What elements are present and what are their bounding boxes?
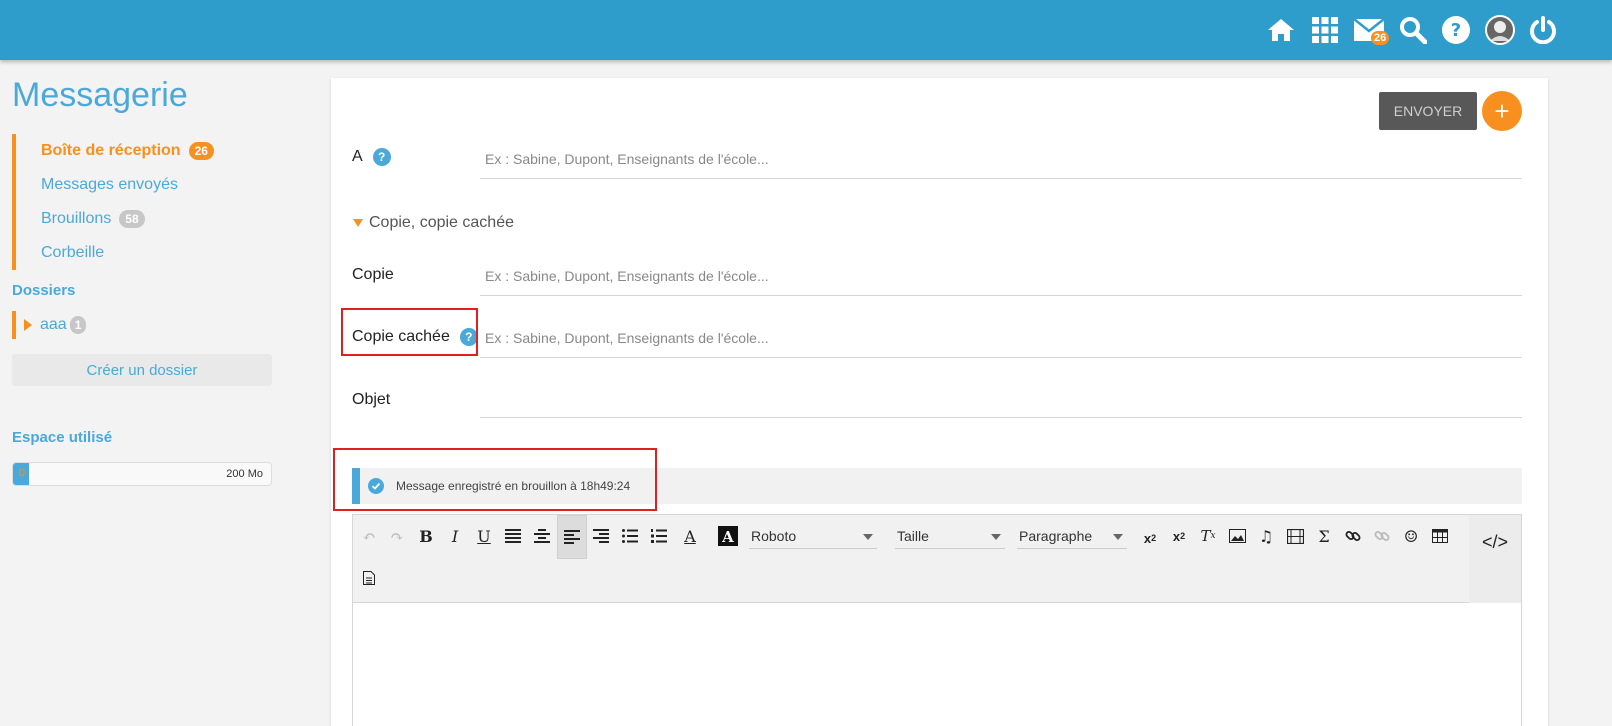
inbox-count-badge: 26 (188, 142, 214, 160)
folder-label: aaa (40, 316, 67, 333)
cc-row-label: Copie (352, 266, 394, 284)
nav-item-label: Messages envoyés (41, 176, 178, 193)
collapse-arrow-icon (353, 219, 363, 227)
image-icon[interactable] (1224, 523, 1250, 549)
avatar[interactable] (1481, 11, 1519, 49)
editor-body[interactable] (353, 603, 1521, 726)
drafts-count-badge: 58 (119, 210, 145, 228)
page-title: Messagerie (12, 76, 188, 114)
expand-arrow-icon[interactable] (24, 319, 32, 331)
background-color-icon[interactable]: A (715, 523, 741, 549)
nav-item-sent[interactable]: Messages envoyés (16, 168, 272, 202)
storage-title: Espace utilisé (12, 429, 113, 446)
subject-field[interactable] (480, 378, 1522, 418)
nav-item-label: Corbeille (41, 244, 105, 261)
nav-item-inbox[interactable]: Boîte de réception 26 (16, 134, 272, 168)
mail-icon[interactable]: 26 (1350, 11, 1390, 49)
font-family-select[interactable]: Roboto (749, 523, 877, 549)
align-justify-icon[interactable] (500, 523, 526, 549)
link-icon[interactable] (1340, 523, 1366, 549)
svg-text:A: A (721, 528, 734, 546)
folder-count-badge: 1 (69, 316, 87, 334)
highlight-box (341, 308, 478, 356)
underline-icon[interactable]: U (471, 523, 497, 549)
bold-icon[interactable]: B (413, 523, 439, 549)
storage-bar-fill: 0 (13, 463, 29, 485)
top-bar: 26 ? (0, 0, 1612, 60)
nav-item-drafts[interactable]: Brouillons 58 (16, 202, 272, 236)
undo-icon[interactable]: ↶ (356, 523, 382, 549)
search-icon[interactable] (1394, 11, 1432, 49)
subject-row-label: Objet (352, 391, 390, 409)
table-icon[interactable] (1427, 523, 1453, 549)
home-icon[interactable] (1262, 11, 1300, 49)
apps-grid-icon[interactable] (1306, 11, 1344, 49)
subscript-icon[interactable]: x2 (1137, 525, 1163, 551)
editor-toolbar: ↶ ↷ B I U A A Roboto Taille Paragraphe x… (353, 515, 1521, 603)
to-label: A (352, 148, 363, 165)
cc-toggle[interactable]: Copie, copie cachée (353, 214, 514, 232)
compose-panel: ENVOYER + A ? Copie, copie cachée Copie … (331, 78, 1548, 726)
nav-item-label: Brouillons (41, 210, 112, 227)
chevron-down-icon (991, 534, 1001, 540)
audio-icon[interactable]: ♫ (1253, 523, 1279, 549)
numbered-list-icon[interactable] (646, 523, 672, 549)
cc-label: Copie (352, 266, 394, 283)
unlink-icon[interactable] (1369, 523, 1395, 549)
power-icon[interactable] (1524, 11, 1562, 49)
cc-toggle-label: Copie, copie cachée (369, 214, 514, 231)
nav-item-trash[interactable]: Corbeille (16, 236, 272, 270)
emoji-icon[interactable]: ☺ (1398, 523, 1424, 549)
font-size-value: Taille (897, 527, 929, 544)
mail-count-badge: 26 (1371, 31, 1390, 45)
rich-text-editor: ↶ ↷ B I U A A Roboto Taille Paragraphe x… (352, 514, 1522, 726)
font-family-value: Roboto (751, 527, 797, 544)
chevron-down-icon (1113, 534, 1123, 540)
to-row-label: A ? (352, 148, 391, 166)
storage-max-label: 200 Mo (226, 468, 263, 480)
help-icon[interactable]: ? (372, 148, 391, 166)
video-icon[interactable] (1282, 523, 1308, 549)
italic-icon[interactable]: I (442, 523, 468, 549)
document-icon[interactable] (356, 565, 382, 591)
create-folder-button[interactable]: Créer un dossier (12, 354, 272, 386)
chevron-down-icon (863, 534, 873, 540)
highlight-box (333, 448, 657, 511)
redo-icon[interactable]: ↷ (384, 523, 410, 549)
block-format-select[interactable]: Paragraphe (1017, 523, 1127, 549)
bullet-list-icon[interactable] (617, 523, 643, 549)
align-right-icon[interactable] (588, 523, 614, 549)
math-formula-icon[interactable]: Σ (1311, 523, 1337, 549)
cc-field[interactable] (480, 256, 1522, 296)
text-color-icon[interactable]: A (677, 523, 703, 549)
nav-item-label: Boîte de réception (41, 142, 181, 159)
send-button[interactable]: ENVOYER (1379, 92, 1477, 130)
clear-format-icon[interactable]: Tx (1195, 523, 1221, 549)
superscript-icon[interactable]: x2 (1166, 523, 1192, 549)
svg-text:?: ? (1451, 20, 1461, 41)
help-icon[interactable]: ? (1437, 11, 1475, 49)
folder-item[interactable]: aaa 1 (12, 311, 272, 339)
folders-title: Dossiers (12, 282, 76, 299)
font-size-select[interactable]: Taille (895, 523, 1005, 549)
storage-bar: 0 200 Mo (12, 462, 272, 486)
mailbox-nav: Boîte de réception 26 Messages envoyés B… (12, 134, 272, 270)
align-center-icon[interactable] (529, 523, 555, 549)
bcc-field[interactable] (480, 318, 1522, 358)
source-code-button[interactable]: </> (1469, 515, 1521, 603)
to-field[interactable] (480, 139, 1522, 179)
align-left-icon[interactable] (557, 515, 587, 559)
new-message-button[interactable]: + (1482, 91, 1522, 131)
subject-label: Objet (352, 391, 391, 408)
storage-used-label: 0 (19, 467, 26, 479)
block-format-value: Paragraphe (1019, 527, 1093, 544)
